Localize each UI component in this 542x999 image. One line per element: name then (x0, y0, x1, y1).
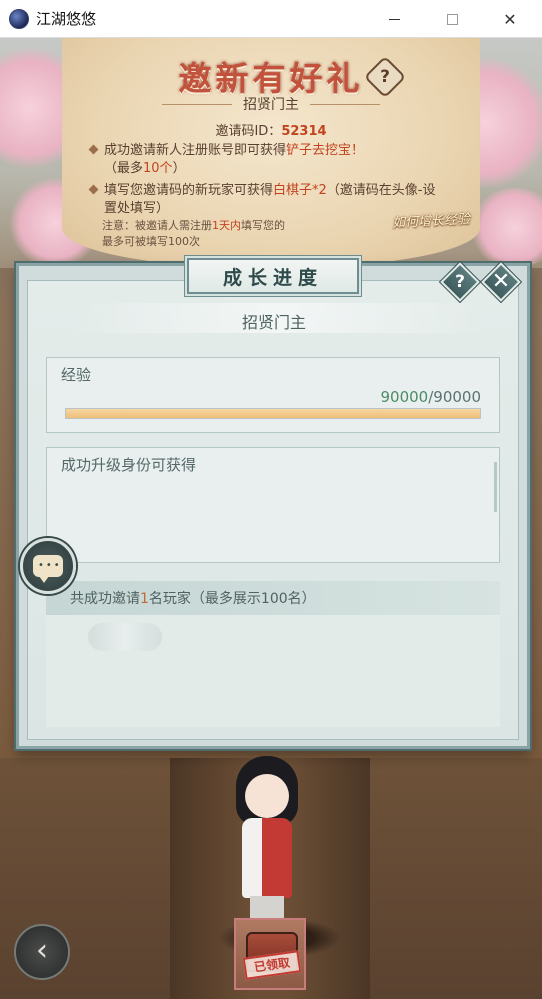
treasure-chest-card[interactable]: 已领取 (234, 918, 306, 990)
current-rank: 招贤门主 (241, 313, 306, 332)
invited-count: 1 (140, 591, 149, 607)
exp-label: 经验 (61, 366, 92, 384)
rule-highlight: 白棋子*2 (273, 183, 327, 198)
reward-scrollbar[interactable] (494, 462, 497, 512)
bullet-icon (88, 144, 99, 155)
how-to-grow-exp-link[interactable]: 如何增长经验 (392, 208, 471, 231)
close-icon: ✕ (503, 9, 517, 29)
rule-text: 成功邀请新人注册账号即可获得 (104, 143, 287, 158)
chat-button[interactable]: ••• (20, 538, 76, 594)
rule-text: （最多 (104, 161, 144, 176)
close-icon: ✕ (491, 269, 511, 294)
dialog-title-tab: 成长进度 (187, 258, 359, 294)
exp-max: 90000 (433, 388, 481, 406)
invite-code-label: 邀请码ID： (215, 124, 282, 139)
window-title: 江湖悠悠 (36, 10, 97, 28)
exp-progress-bar (65, 408, 481, 419)
character-face (245, 774, 289, 818)
note-text: 填写您的 (241, 219, 285, 232)
exp-section: 经验 90000/90000 (46, 357, 500, 433)
back-button[interactable]: ‹ (14, 924, 70, 980)
invite-code-value[interactable]: 52314 (281, 124, 326, 139)
invite-note: 注意：被邀请人需注册1天内填写您的 最多可被填写100次 (102, 218, 442, 250)
maximize-button[interactable] (430, 0, 474, 38)
rule-text: 填写您邀请码的新玩家可获得 (104, 183, 274, 198)
dialog-body: 招贤门主 经验 90000/90000 成功升级身份可获得 共成功邀请1名玩家（… (27, 280, 519, 740)
rule-text: ） (172, 161, 186, 176)
close-window-button[interactable]: ✕ (488, 0, 532, 38)
invited-text: 名玩家（最多展示100名） (148, 591, 316, 607)
rule-highlight: 铲子去挖宝！ (286, 143, 365, 158)
invited-header: 共成功邀请1名玩家（最多展示100名） (46, 581, 500, 615)
invited-summary: 共成功邀请1名玩家（最多展示100名） (70, 588, 316, 608)
invited-player-avatar[interactable] (88, 623, 162, 651)
question-icon: ? (380, 67, 390, 87)
back-arrow-icon: ‹ (36, 932, 48, 968)
note-text: 注意：被邀请人需注册 (102, 219, 212, 232)
bullet-icon (88, 184, 99, 195)
exp-current: 90000 (380, 388, 429, 406)
invite-rule-1: 成功邀请新人注册账号即可获得铲子去挖宝！ （最多10个） (88, 142, 444, 178)
invite-panel: 邀新有好礼 ? 招贤门主 邀请码ID：52314 成功邀请新人注册账号即可获得铲… (62, 38, 480, 268)
game-viewport: 邀新有好礼 ? 招贤门主 邀请码ID：52314 成功邀请新人注册账号即可获得铲… (0, 38, 542, 999)
app-icon (9, 8, 29, 29)
exp-progress-fill (66, 409, 480, 418)
rule-highlight: 10个 (143, 161, 173, 176)
note-text: 最多可被填写100次 (102, 235, 200, 248)
minimize-icon (388, 18, 400, 20)
growth-progress-dialog: 招贤门主 经验 90000/90000 成功升级身份可获得 共成功邀请1名玩家（… (16, 258, 530, 749)
invited-text: 共成功邀请 (70, 591, 140, 607)
character-body (242, 818, 292, 898)
minimize-button[interactable] (372, 0, 416, 38)
window-titlebar: 江湖悠悠 ✕ (0, 0, 542, 38)
invite-rank: 招贤门主 (243, 97, 299, 113)
exp-value: 90000/90000 (381, 388, 482, 406)
invite-title: 邀新有好礼 (178, 59, 364, 98)
invited-player-list[interactable] (46, 615, 500, 727)
dialog-title: 成长进度 (222, 266, 323, 289)
invite-code: 邀请码ID：52314 (62, 120, 480, 139)
chat-icon: ••• (33, 555, 63, 583)
upgrade-reward-section: 成功升级身份可获得 (46, 447, 500, 563)
note-highlight: 1天内 (212, 219, 241, 232)
upgrade-reward-label: 成功升级身份可获得 (61, 456, 197, 474)
question-icon: ? (455, 272, 465, 292)
maximize-icon (446, 13, 458, 25)
